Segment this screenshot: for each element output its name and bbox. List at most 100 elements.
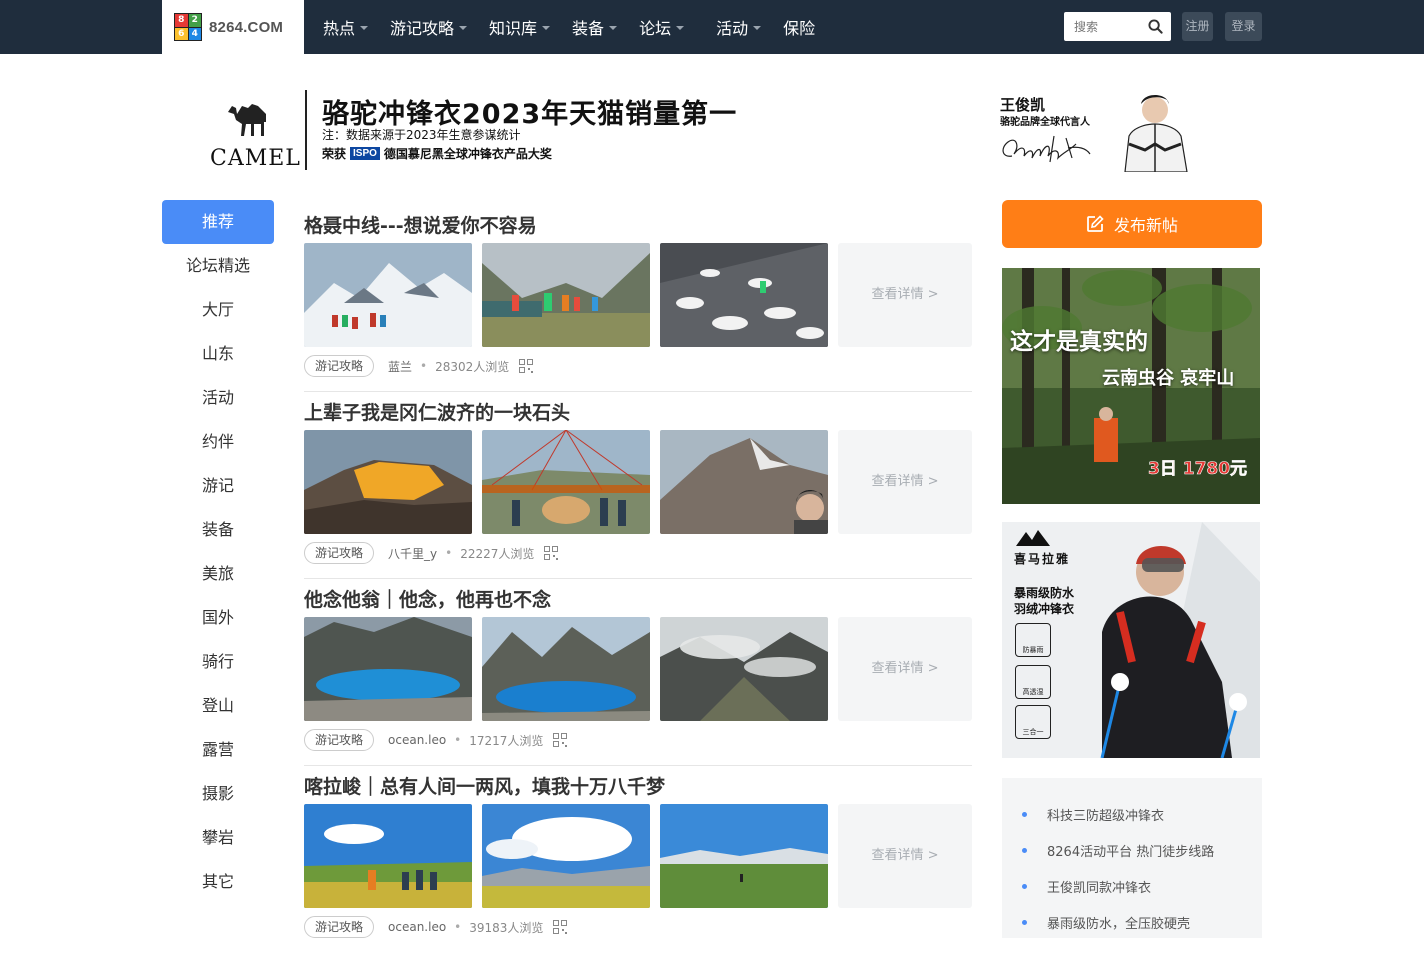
post-photo[interactable] xyxy=(304,617,472,721)
award-text: 德国慕尼黑全球冲锋衣产品大奖 xyxy=(383,147,552,161)
bullet-icon xyxy=(1022,919,1027,925)
qr-code-icon[interactable] xyxy=(544,546,559,560)
post-title[interactable]: 上辈子我是冈仁波齐的一块石头 xyxy=(304,398,570,425)
post-card: 上辈子我是冈仁波齐的一块石头 查看详情 > 游记攻略 八千里_y • 22227… xyxy=(304,392,972,579)
edit-icon xyxy=(1087,215,1104,232)
post-photo[interactable] xyxy=(482,617,650,721)
bullet-icon xyxy=(1022,883,1027,889)
category-tag[interactable]: 游记攻略 xyxy=(304,542,375,564)
post-photo[interactable] xyxy=(304,430,472,534)
post-card: 喀拉峻｜总有人间一两风，填我十万八千梦 查看详情 > 游记攻略 ocean.le… xyxy=(304,766,972,953)
view-details-button[interactable]: 查看详情 > xyxy=(838,243,972,347)
qr-code-icon[interactable] xyxy=(553,920,568,934)
view-details-button[interactable]: 查看详情 > xyxy=(838,430,972,534)
author-name[interactable]: 八千里_y xyxy=(388,545,437,562)
nav-item-hot[interactable]: 热点 xyxy=(323,15,369,39)
promo-link[interactable]: 暴雨级防水，全压胶硬壳 xyxy=(1002,904,1262,940)
sidebar-item-abroad[interactable]: 国外 xyxy=(162,596,274,640)
caret-down-icon xyxy=(753,26,762,30)
category-tag[interactable]: 游记攻略 xyxy=(304,916,375,938)
caret-down-icon xyxy=(360,26,369,30)
site-logo[interactable]: 8 2 6 4 8264.COM xyxy=(162,0,304,54)
category-sidebar: 推荐 论坛精选 大厅 山东 活动 约伴 游记 装备 美旅 国外 骑行 登山 露营… xyxy=(162,200,274,904)
logo-cell: 8 xyxy=(175,14,188,27)
post-photo[interactable] xyxy=(660,243,828,347)
login-button[interactable]: 登录 xyxy=(1225,12,1262,41)
logo-cell: 6 xyxy=(175,27,188,40)
post-photo[interactable] xyxy=(482,430,650,534)
post-photo[interactable] xyxy=(304,243,472,347)
sidebar-item-forum-picks[interactable]: 论坛精选 xyxy=(162,244,274,288)
nav-item-events[interactable]: 活动 xyxy=(716,15,762,39)
post-title[interactable]: 他念他翁｜他念，他再也不念 xyxy=(304,585,551,612)
promo-link[interactable]: 8264活动平台 热门徒步线路 xyxy=(1002,832,1262,868)
category-tag[interactable]: 游记攻略 xyxy=(304,729,375,751)
category-tag[interactable]: 游记攻略 xyxy=(304,355,375,377)
sidebar-item-gear[interactable]: 装备 xyxy=(162,508,274,552)
sidebar-item-recommend[interactable]: 推荐 xyxy=(162,200,274,244)
promo-link[interactable]: 科技三防超级冲锋衣 xyxy=(1002,796,1262,832)
sidebar-item-events[interactable]: 活动 xyxy=(162,376,274,420)
spokesman-title: 骆驼品牌全球代言人 xyxy=(1000,117,1090,128)
nav-item-forum[interactable]: 论坛 xyxy=(639,15,685,39)
search-icon[interactable] xyxy=(1148,19,1163,34)
camel-ad-banner[interactable]: CAMEL 骆驼冲锋衣2023年天猫销量第一 注：数据来源于2023年生意参谋统… xyxy=(200,86,1200,182)
view-details-button[interactable]: 查看详情 > xyxy=(838,617,972,721)
search-input[interactable] xyxy=(1064,12,1144,41)
post-photo[interactable] xyxy=(304,804,472,908)
ad-price: 3日 1780元 xyxy=(1148,459,1248,480)
promo-link[interactable]: 王俊凯同款冲锋衣 xyxy=(1002,868,1262,904)
nav-item-guides[interactable]: 游记攻略 xyxy=(390,15,468,39)
sidebar-item-beauty-trip[interactable]: 美旅 xyxy=(162,552,274,596)
caret-down-icon xyxy=(459,26,468,30)
ispo-logo: ISPO xyxy=(350,147,380,160)
logo-cell: 2 xyxy=(188,14,201,27)
post-title[interactable]: 喀拉峻｜总有人间一两风，填我十万八千梦 xyxy=(304,772,665,799)
qr-code-icon[interactable] xyxy=(553,733,568,747)
post-card: 他念他翁｜他念，他再也不念 查看详情 > 游记攻略 ocean.leo • 17… xyxy=(304,579,972,766)
sidebar-item-shandong[interactable]: 山东 xyxy=(162,332,274,376)
post-photo[interactable] xyxy=(482,804,650,908)
register-button[interactable]: 注册 xyxy=(1182,12,1213,41)
ad-subtitle: 云南虫谷 哀牢山 xyxy=(1102,368,1235,389)
separator-dot: • xyxy=(420,359,428,373)
qr-code-icon[interactable] xyxy=(519,359,534,373)
author-name[interactable]: 蓝兰 xyxy=(388,358,412,375)
nav-item-insurance[interactable]: 保险 xyxy=(783,15,815,39)
nav-label: 游记攻略 xyxy=(390,19,455,38)
post-photo[interactable] xyxy=(482,243,650,347)
post-title[interactable]: 格聂中线---想说爱你不容易 xyxy=(304,211,537,238)
banner-note: 注：数据来源于2023年生意参谋统计 xyxy=(322,128,521,142)
sidebar-item-partner[interactable]: 约伴 xyxy=(162,420,274,464)
author-name[interactable]: ocean.leo xyxy=(388,920,446,934)
sidebar-item-climbing[interactable]: 攀岩 xyxy=(162,816,274,860)
nav-label: 装备 xyxy=(572,19,605,38)
sidebar-item-other[interactable]: 其它 xyxy=(162,860,274,904)
search-box xyxy=(1064,12,1171,41)
promo-link-text: 暴雨级防水，全压胶硬壳 xyxy=(1047,916,1191,932)
sidebar-item-photography[interactable]: 摄影 xyxy=(162,772,274,816)
sidebar-item-mountaineering[interactable]: 登山 xyxy=(162,684,274,728)
view-details-button[interactable]: 查看详情 > xyxy=(838,804,972,908)
post-meta: 游记攻略 八千里_y • 22227人浏览 xyxy=(304,542,559,564)
nav-item-gear[interactable]: 装备 xyxy=(572,15,618,39)
post-photo[interactable] xyxy=(660,617,828,721)
sidebar-item-hall[interactable]: 大厅 xyxy=(162,288,274,332)
post-photo[interactable] xyxy=(660,430,828,534)
himalaya-jacket-ad[interactable]: 喜马拉雅 暴雨级防水 羽绒冲锋衣 防暴雨 高透湿 三合一 xyxy=(1002,522,1260,758)
view-count: 17217人浏览 xyxy=(469,733,544,748)
nav-label: 热点 xyxy=(323,19,356,38)
post-card: 格聂中线---想说爱你不容易 查看详情 > 游记攻略 蓝兰 • 28302人浏览 xyxy=(304,205,972,392)
post-photo[interactable] xyxy=(660,804,828,908)
nav-item-knowledge[interactable]: 知识库 xyxy=(489,15,551,39)
ad-line: 羽绒冲锋衣 xyxy=(1014,602,1075,616)
logo-icon: 8 2 6 4 xyxy=(174,13,202,41)
post-feed: 格聂中线---想说爱你不容易 查看详情 > 游记攻略 蓝兰 • 28302人浏览… xyxy=(304,205,972,953)
sidebar-item-travelogue[interactable]: 游记 xyxy=(162,464,274,508)
sidebar-item-cycling[interactable]: 骑行 xyxy=(162,640,274,684)
sidebar-item-camping[interactable]: 露营 xyxy=(162,728,274,772)
author-name[interactable]: ocean.leo xyxy=(388,733,446,747)
new-post-button[interactable]: 发布新帖 xyxy=(1002,200,1262,248)
forest-trek-ad[interactable]: 这才是真实的 云南虫谷 哀牢山 3日 1780元 xyxy=(1002,268,1260,504)
post-meta: 游记攻略 蓝兰 • 28302人浏览 xyxy=(304,355,534,377)
